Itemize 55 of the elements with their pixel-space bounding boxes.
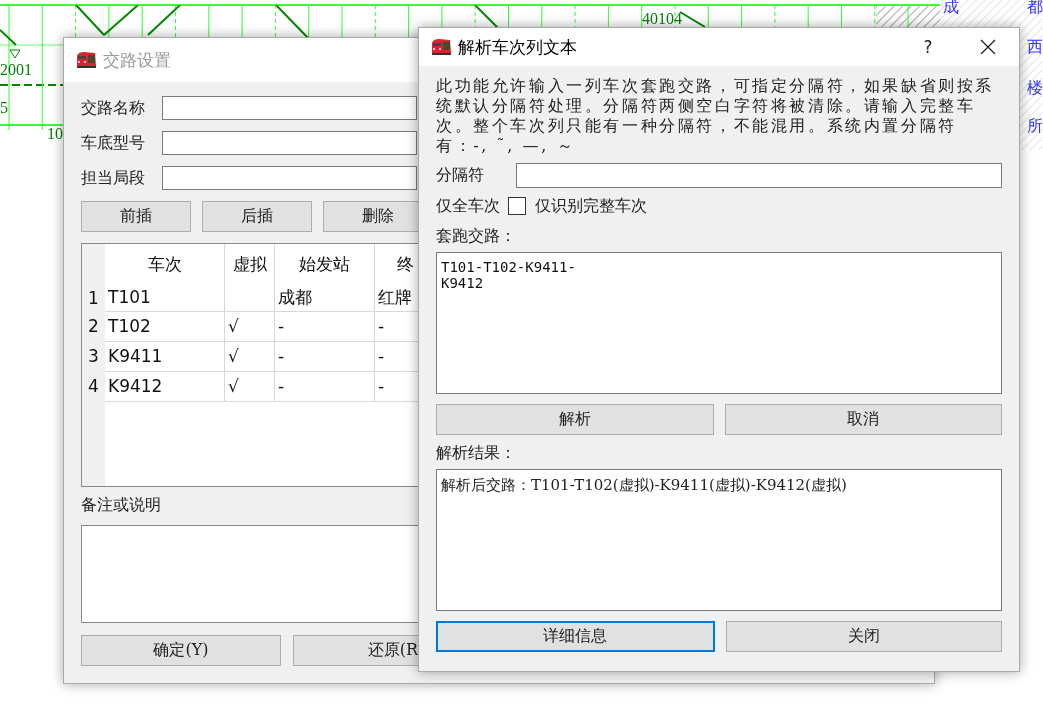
train-number: 10 bbox=[47, 125, 63, 142]
window-title: 解析车次列文本 bbox=[458, 35, 577, 59]
table-cell: T102 bbox=[105, 311, 225, 341]
station-label: 楼 bbox=[1027, 79, 1043, 96]
table-cell: K9412 bbox=[105, 371, 225, 401]
dialog-button[interactable]: 解析 bbox=[436, 404, 714, 435]
input-field[interactable] bbox=[162, 96, 417, 120]
result-text: 解析后交路：T101-T102(虚拟)-K9411(虚拟)-K9412(虚拟) bbox=[441, 476, 847, 494]
table-cell: √ bbox=[224, 341, 275, 371]
row-number: 2 bbox=[82, 311, 105, 341]
field-label: 仅全车次 bbox=[436, 195, 500, 217]
field-label: 担当局段 bbox=[81, 167, 146, 189]
field-label: 分隔符 bbox=[436, 164, 485, 186]
toolbar-button[interactable]: 前插 bbox=[81, 201, 191, 232]
description-text: 此功能允许输入一列车次套跑交路，可指定分隔符，如果缺省则按系统默认分隔符处理。分隔符两侧空白字符将被清除。请输入完整车次。整个车次列只能有一种分隔符，不能混用。系统内置分隔符有：-, ˜, —, ～ bbox=[436, 76, 995, 156]
train-number: 40104 bbox=[642, 10, 682, 27]
toolbar-button[interactable]: 后插 bbox=[202, 201, 312, 232]
table-cell: - bbox=[274, 371, 375, 401]
column-header: 车次 bbox=[105, 244, 225, 284]
train-number: 5 bbox=[0, 99, 8, 116]
row-number: 3 bbox=[82, 341, 105, 371]
row-number: 1 bbox=[82, 284, 105, 311]
section-label: 解析结果： bbox=[436, 441, 517, 464]
train-number: 2001 bbox=[0, 61, 32, 78]
notes-label: 备注或说明 bbox=[81, 495, 162, 516]
row-number: 4 bbox=[82, 371, 105, 401]
dialog-button[interactable]: 取消 bbox=[724, 404, 1002, 435]
column-header: 虚拟 bbox=[224, 244, 275, 284]
close-icon bbox=[980, 39, 996, 55]
dialog-button[interactable]: 确定(Y) bbox=[81, 635, 281, 666]
input-field[interactable] bbox=[162, 131, 417, 155]
field-label: 交路名称 bbox=[81, 97, 146, 119]
table-cell: K9411 bbox=[105, 341, 225, 371]
window-title: 交路设置 bbox=[103, 48, 171, 72]
separator-field[interactable] bbox=[516, 162, 1002, 188]
checkbox-label: 仅识别完整车次 bbox=[535, 195, 647, 217]
dialog-button[interactable]: 详细信息 bbox=[436, 621, 715, 652]
table-cell: T101 bbox=[105, 284, 225, 311]
section-label: 套跑交路： bbox=[436, 224, 517, 247]
field-label: 车底型号 bbox=[81, 132, 146, 154]
table-cell: - bbox=[274, 341, 375, 371]
help-button[interactable]: ? bbox=[905, 29, 951, 65]
table-cell: √ bbox=[224, 311, 275, 341]
train-icon bbox=[430, 37, 452, 57]
dialog-button[interactable]: 关闭 bbox=[725, 621, 1002, 652]
route-field[interactable]: T101-T102-K9411- K9412 bbox=[436, 252, 1002, 394]
train-icon bbox=[75, 50, 97, 70]
input-field[interactable] bbox=[162, 166, 417, 190]
table-cell: √ bbox=[224, 371, 275, 401]
checkbox[interactable] bbox=[508, 197, 526, 215]
table-cell: - bbox=[274, 311, 375, 341]
table-cell: 成都 bbox=[274, 284, 375, 311]
column-header: 始发站 bbox=[274, 244, 375, 284]
station-label: 西 bbox=[1027, 38, 1043, 55]
station-label: 所 bbox=[1027, 117, 1043, 134]
